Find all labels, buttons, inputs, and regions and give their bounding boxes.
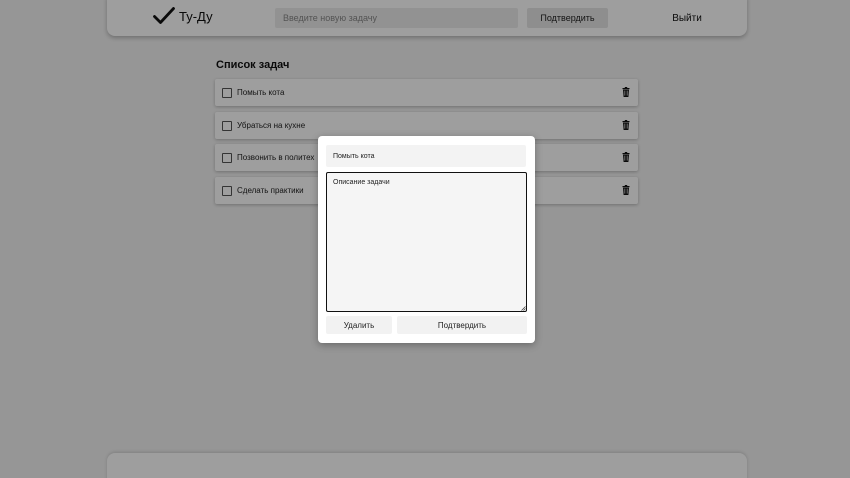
page: Ту-Ду Подтвердить Выйти Список задач Пом… <box>0 0 850 478</box>
task-title-input[interactable] <box>326 145 526 167</box>
task-description-input[interactable] <box>326 172 527 312</box>
delete-task-button[interactable]: Удалить <box>326 316 392 334</box>
edit-task-modal: Удалить Подтвердить <box>318 136 535 343</box>
resize-grip-icon[interactable] <box>521 306 526 311</box>
confirm-task-button[interactable]: Подтвердить <box>397 316 527 334</box>
